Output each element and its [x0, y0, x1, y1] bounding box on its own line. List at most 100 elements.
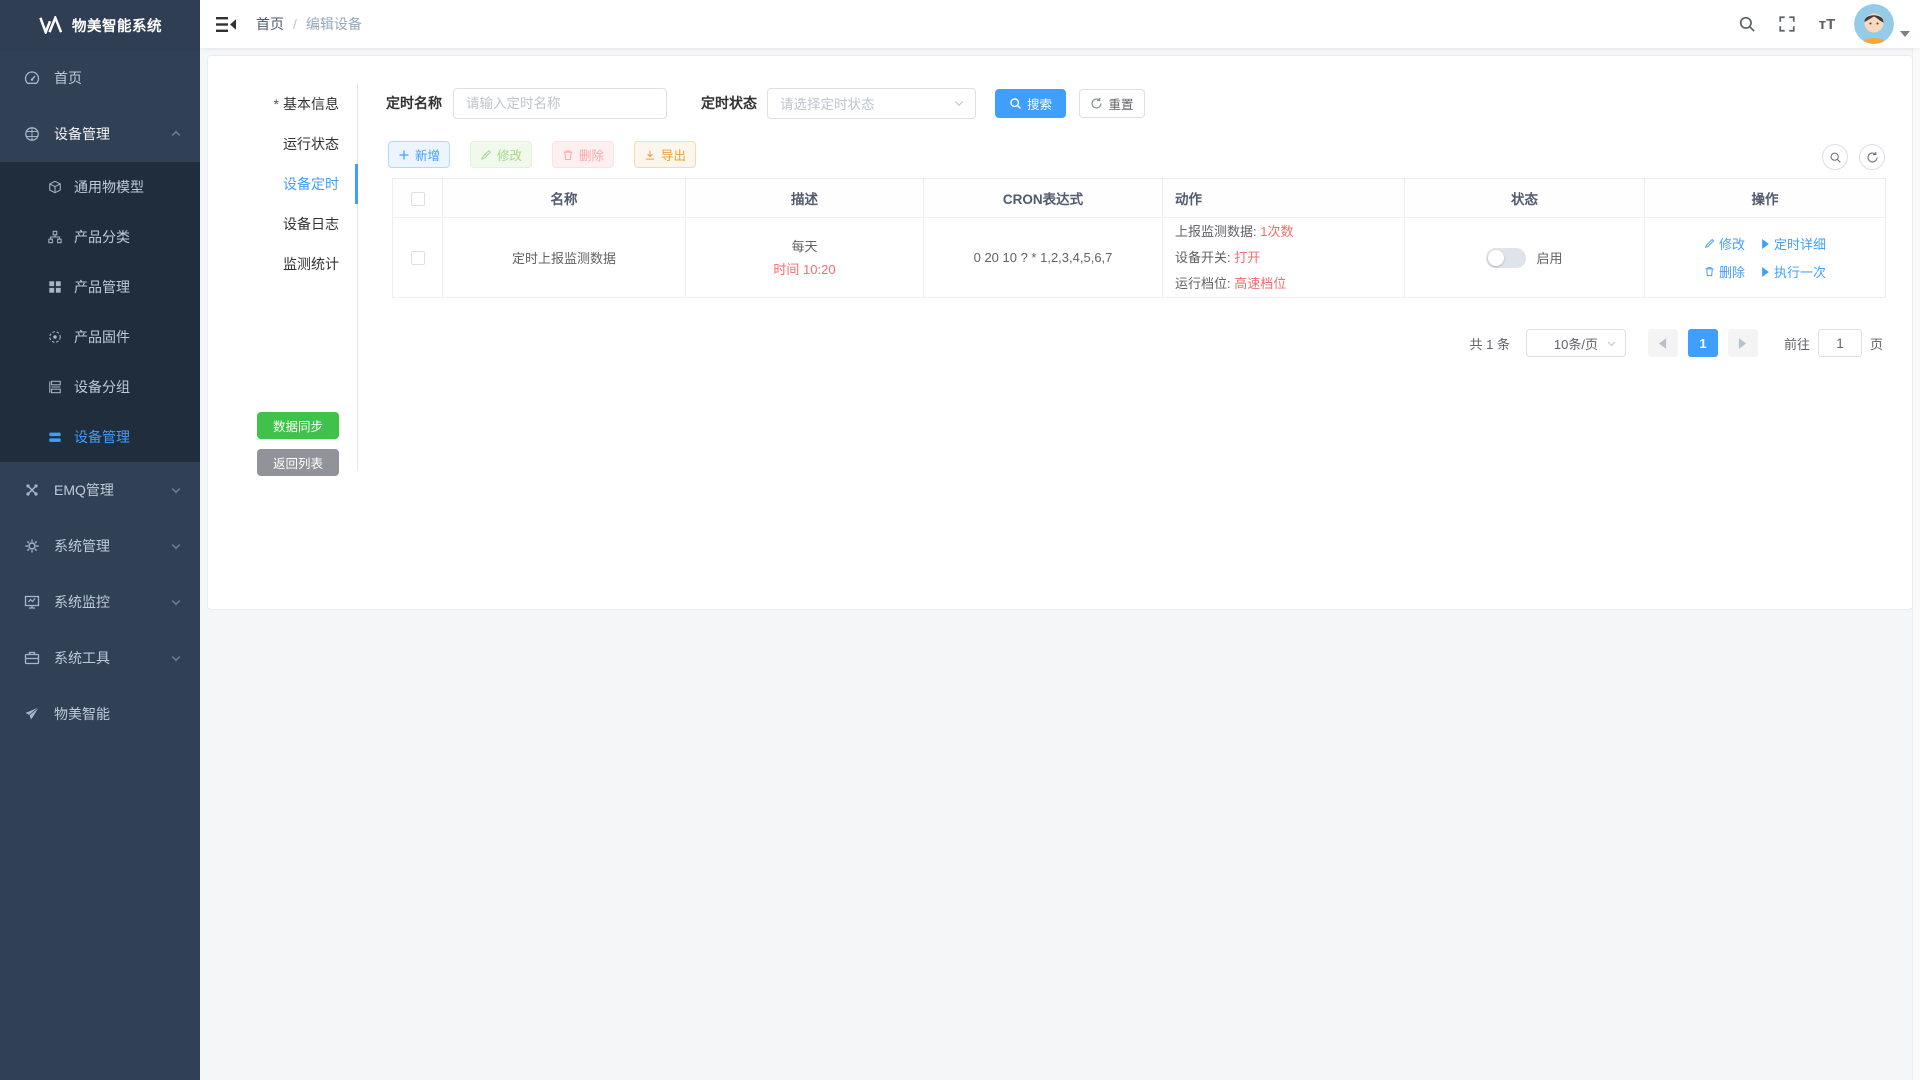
breadcrumb-separator: / [293, 16, 297, 32]
edit-button[interactable]: 修改 [470, 141, 532, 168]
edit-button-label: 修改 [497, 145, 522, 164]
row-run-once-link[interactable]: 执行一次 [1761, 262, 1826, 281]
chevron-down-icon [1606, 338, 1617, 349]
fullscreen-icon[interactable] [1774, 11, 1800, 37]
toggle-search-button[interactable] [1822, 144, 1848, 170]
sidebar-item-device-mgmt[interactable]: 设备管理 [0, 106, 200, 162]
gear-icon [20, 538, 44, 554]
sidebar-item-device-mgmt-sub[interactable]: 设备管理 [0, 412, 200, 462]
row-timer-detail-link[interactable]: 定时详细 [1761, 234, 1826, 253]
chevron-down-icon [170, 484, 182, 496]
tab-basic-info[interactable]: * 基本信息 [208, 84, 358, 124]
sidebar-item-sys-monitor[interactable]: 系统监控 [0, 574, 200, 630]
tab-run-status[interactable]: 运行状态 [208, 124, 358, 164]
grid-icon [44, 280, 66, 294]
cube-icon [44, 180, 66, 194]
cell-cron: 0 20 10 ? * 1,2,3,4,5,6,7 [924, 218, 1163, 298]
sidebar-item-emq[interactable]: EMQ管理 [0, 462, 200, 518]
action-value: 1次数 [1260, 224, 1293, 239]
timer-status-label: 定时状态 [701, 93, 757, 113]
export-button[interactable]: 导出 [634, 141, 696, 168]
logo-mark-icon [38, 16, 63, 34]
toolbox-icon [20, 650, 44, 666]
col-header-action: 动作 [1163, 179, 1405, 218]
page-scrollbar[interactable] [1912, 48, 1920, 1080]
user-menu[interactable] [1854, 4, 1910, 44]
next-page-button[interactable] [1728, 329, 1758, 357]
sidebar-item-product-mgmt[interactable]: 产品管理 [0, 262, 200, 312]
sidebar-item-device-group[interactable]: 设备分组 [0, 362, 200, 412]
breadcrumb: 首页 / 编辑设备 [256, 14, 362, 34]
select-placeholder: 请选择定时状态 [780, 93, 875, 113]
app-root: 物美智能系统 首页 设备管理 [0, 0, 1920, 1080]
desc-frequency: 每天 [686, 235, 923, 258]
page-size-value: 10条/页 [1554, 334, 1598, 353]
timer-status-select[interactable]: 请选择定时状态 [767, 88, 976, 119]
sidebar-item-label: 产品固件 [74, 327, 130, 347]
sidebar-item-label: 系统监控 [54, 592, 110, 612]
search-icon [1009, 97, 1022, 110]
col-header-status: 状态 [1405, 179, 1645, 218]
font-size-icon[interactable]: тT [1814, 11, 1840, 37]
sitemap-icon [44, 230, 66, 244]
sidebar-item-product-firmware[interactable]: 产品固件 [0, 312, 200, 362]
refresh-table-button[interactable] [1859, 144, 1885, 170]
sidebar-item-sys-mgmt[interactable]: 系统管理 [0, 518, 200, 574]
avatar[interactable] [1854, 4, 1894, 44]
row-edit-link[interactable]: 修改 [1704, 234, 1745, 253]
col-header-desc: 描述 [686, 179, 924, 218]
search-button[interactable]: 搜索 [995, 89, 1066, 118]
search-icon[interactable] [1734, 11, 1760, 37]
server-group-icon [44, 380, 66, 394]
device-list-icon [44, 430, 66, 444]
sidebar-item-product-category[interactable]: 产品分类 [0, 212, 200, 262]
tab-monitor-stats[interactable]: 监测统计 [208, 244, 358, 284]
timer-name-input[interactable] [453, 88, 667, 119]
op-label: 删除 [1719, 262, 1745, 281]
tab-device-timer[interactable]: 设备定时 [208, 164, 358, 204]
tab-device-log[interactable]: 设备日志 [208, 204, 358, 244]
prev-page-button[interactable] [1648, 329, 1678, 357]
caret-right-icon [1761, 267, 1770, 277]
delete-button[interactable]: 删除 [552, 141, 614, 168]
col-header-name: 名称 [443, 179, 686, 218]
sidebar-item-sys-tools[interactable]: 系统工具 [0, 630, 200, 686]
sidebar-item-thing-model[interactable]: 通用物模型 [0, 162, 200, 212]
table-row: 定时上报监测数据 每天 时间 10:20 0 20 10 ? * 1,2,3,4… [393, 218, 1886, 298]
breadcrumb-home[interactable]: 首页 [256, 14, 284, 34]
pagination: 共 1 条 10条/页 1 前往 页 [1470, 328, 1884, 358]
monitor-icon [20, 594, 44, 610]
emq-node-icon [20, 482, 44, 498]
action-line: 上报监测数据: 1次数 [1175, 219, 1404, 245]
reset-button[interactable]: 重置 [1079, 89, 1145, 118]
row-checkbox[interactable] [411, 251, 425, 265]
back-to-list-button[interactable]: 返回列表 [257, 449, 339, 476]
page-unit-label: 页 [1870, 334, 1883, 353]
logo-title: 物美智能系统 [72, 15, 162, 36]
select-all-checkbox[interactable] [411, 192, 425, 206]
sidebar-menu: 首页 设备管理 通用物模型 [0, 50, 200, 742]
status-label: 启用 [1536, 248, 1562, 267]
current-page-button[interactable]: 1 [1688, 329, 1718, 357]
download-icon [644, 149, 656, 161]
data-sync-button[interactable]: 数据同步 [257, 412, 339, 439]
tab-label: 设备定时 [283, 174, 339, 194]
sidebar-item-wumei[interactable]: 物美智能 [0, 686, 200, 742]
cell-actions: 上报监测数据: 1次数 设备开关: 打开 运行档位: 高速档位 [1163, 218, 1405, 298]
sidebar-fold-icon[interactable] [216, 15, 238, 33]
desc-time: 时间 10:20 [686, 258, 923, 281]
tab-rail: * 基本信息 运行状态 设备定时 设备日志 监测统计 [208, 84, 358, 284]
reset-button-label: 重置 [1108, 94, 1133, 113]
status-toggle[interactable] [1486, 248, 1526, 268]
sidebar-submenu: 通用物模型 产品分类 产品管理 [0, 162, 200, 462]
sidebar-item-home[interactable]: 首页 [0, 50, 200, 106]
sidebar-item-label: EMQ管理 [54, 480, 114, 500]
caret-right-icon [1761, 239, 1770, 249]
add-button[interactable]: 新增 [388, 141, 450, 168]
tab-label: 运行状态 [283, 134, 339, 154]
goto-page-input[interactable] [1818, 329, 1862, 357]
row-delete-link[interactable]: 删除 [1704, 262, 1745, 281]
logo[interactable]: 物美智能系统 [0, 0, 200, 50]
page-size-select[interactable]: 10条/页 [1526, 329, 1626, 357]
op-label: 修改 [1719, 234, 1745, 253]
